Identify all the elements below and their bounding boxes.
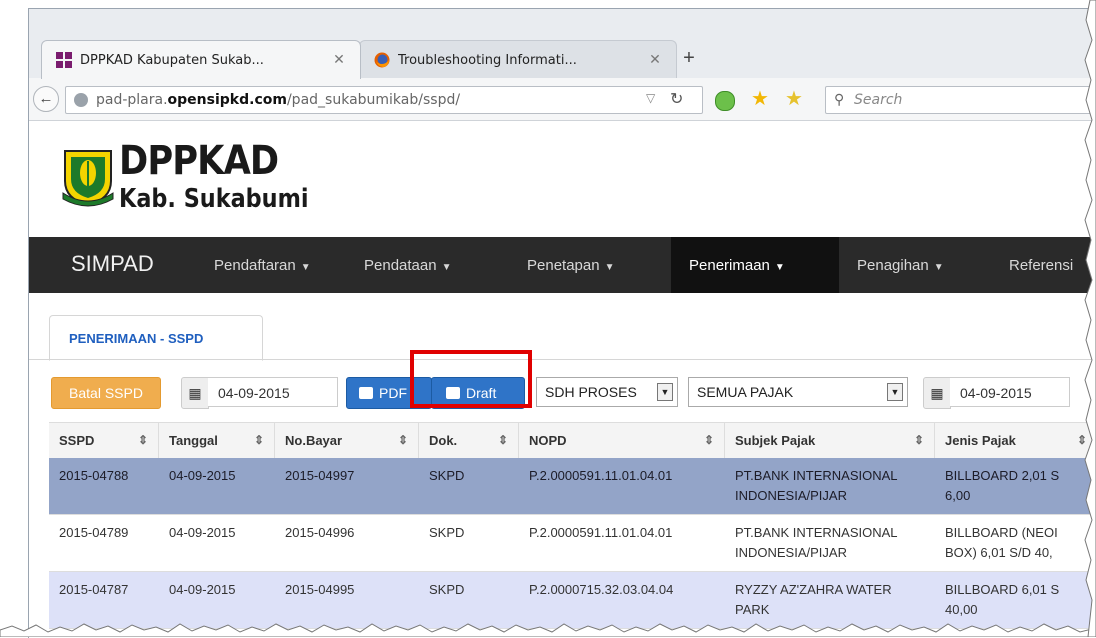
cell-tanggal: 04-09-2015 <box>169 582 236 597</box>
pajak-select[interactable]: SEMUA PAJAK ▼ <box>688 377 908 407</box>
tab-dppkad[interactable]: DPPKAD Kabupaten Sukab... ✕ <box>41 40 361 79</box>
reload-icon[interactable]: ↻ <box>670 89 683 109</box>
date-to-input[interactable]: 04-09-2015 <box>950 377 1070 407</box>
sort-icon: ⇕ <box>137 433 148 447</box>
bookmarks-menu-icon[interactable]: ★ <box>785 86 803 111</box>
cell-dok: SKPD <box>429 582 465 597</box>
search-placeholder: Search <box>854 92 903 108</box>
cell-subjek-pajak: PT.BANK INTERNASIONAL INDONESIA/PIJAR <box>735 468 898 503</box>
cell-jenis-pajak: BILLBOARD 2,01 S 6,00 <box>945 468 1060 503</box>
batal-sspd-button[interactable]: Batal SSPD <box>51 377 161 409</box>
site-favicon-icon <box>56 52 72 68</box>
search-input[interactable]: ⚲ Search <box>825 86 1096 114</box>
date-from-input[interactable]: 04-09-2015 <box>208 377 338 407</box>
cell-no-bayar: 2015-04996 <box>285 525 355 540</box>
cell-no-bayar: 2015-04995 <box>285 582 355 597</box>
close-tab-icon[interactable]: ✕ <box>644 52 666 68</box>
menu-penetapan[interactable]: Penetapan ▼ <box>527 257 614 274</box>
cell-sspd: 2015-04787 <box>59 582 129 597</box>
cell-nopd: P.2.0000591.11.01.04.01 <box>529 468 673 483</box>
cell-jenis-pajak: BILLBOARD 6,01 S 40,00 <box>945 582 1060 617</box>
cell-sspd: 2015-04788 <box>59 468 129 483</box>
sort-icon: ⇕ <box>397 433 408 447</box>
cell-jenis-pajak: BILLBOARD (NEOI BOX) 6,01 S/D 40, <box>945 525 1058 560</box>
menu-penagihan[interactable]: Penagihan ▼ <box>857 257 944 274</box>
tab-troubleshooting[interactable]: Troubleshooting Informati... ✕ <box>359 40 677 79</box>
extension-icon[interactable] <box>715 91 735 111</box>
caret-down-icon: ▼ <box>933 262 944 273</box>
search-icon: ⚲ <box>834 91 845 107</box>
table-row[interactable]: 2015-04789 04-09-2015 2015-04996 SKPD P.… <box>49 515 1096 572</box>
column-dok[interactable]: Dok. ⇕ <box>419 423 519 458</box>
torn-edge-bottom <box>0 623 1096 637</box>
table-row[interactable]: 2015-04788 04-09-2015 2015-04997 SKPD P.… <box>49 458 1096 515</box>
url-dropdown-icon[interactable]: ▽ <box>646 91 655 105</box>
tab-strip: DPPKAD Kabupaten Sukab... ✕ Troubleshoot… <box>29 9 1096 87</box>
sort-icon: ⇕ <box>253 433 264 447</box>
menu-pendaftaran[interactable]: Pendaftaran ▼ <box>214 257 311 274</box>
cell-tanggal: 04-09-2015 <box>169 525 236 540</box>
dropdown-arrow-icon: ▼ <box>887 383 903 401</box>
firefox-icon <box>374 52 390 68</box>
table-header: SSPD ⇕ Tanggal ⇕ No.Bayar ⇕ Dok. ⇕ NOPD ⇕ Sub… <box>49 422 1096 459</box>
tab-divider <box>29 359 1096 360</box>
tab-penerimaan-sspd[interactable]: PENERIMAAN - SSPD <box>49 315 263 361</box>
brand-title: DPPKAD <box>119 138 279 184</box>
column-sspd[interactable]: SSPD ⇕ <box>49 423 159 458</box>
print-icon <box>359 387 373 400</box>
globe-icon <box>74 93 88 107</box>
cell-dok: SKPD <box>429 525 465 540</box>
brand-subtitle: Kab. Sukabumi <box>119 184 309 214</box>
browser-window: DPPKAD Kabupaten Sukab... ✕ Troubleshoot… <box>28 8 1096 638</box>
menu-pendataan[interactable]: Pendataan ▼ <box>364 257 451 274</box>
main-menu: SIMPAD Pendaftaran ▼ Pendataan ▼ Penetapan… <box>29 237 1096 293</box>
sukabumi-emblem-logo <box>62 150 114 207</box>
caret-down-icon: ▼ <box>604 262 615 273</box>
status-select[interactable]: SDH PROSES ▼ <box>536 377 678 407</box>
tab-label: DPPKAD Kabupaten Sukab... <box>80 52 264 68</box>
cell-nopd: P.2.0000591.11.01.04.01 <box>529 525 673 540</box>
cell-no-bayar: 2015-04997 <box>285 468 355 483</box>
highlight-box <box>410 350 532 408</box>
calendar-icon[interactable]: ▦ <box>181 377 209 409</box>
caret-down-icon: ▼ <box>300 262 311 273</box>
column-tanggal[interactable]: Tanggal ⇕ <box>159 423 275 458</box>
navigation-bar: ← pad-plara.opensipkd.com/pad_sukabumika… <box>29 78 1096 121</box>
bookmark-star-icon[interactable]: ★ <box>751 86 769 111</box>
menu-referensi[interactable]: Referensi <box>1009 257 1073 274</box>
cell-dok: SKPD <box>429 468 465 483</box>
caret-down-icon: ▼ <box>774 262 785 273</box>
app-brand-link[interactable]: SIMPAD <box>71 251 154 277</box>
cell-subjek-pajak: PT.BANK INTERNASIONAL INDONESIA/PIJAR <box>735 525 898 560</box>
page-content: DPPKAD Kab. Sukabumi SIMPAD Pendaftaran ▼… <box>29 121 1096 638</box>
column-nopd[interactable]: NOPD ⇕ <box>519 423 725 458</box>
sort-icon: ⇕ <box>497 433 508 447</box>
caret-down-icon: ▼ <box>441 262 452 273</box>
url-bar[interactable]: pad-plara.opensipkd.com/pad_sukabumikab/… <box>65 86 703 114</box>
torn-edge-right <box>1084 0 1096 637</box>
sort-icon: ⇕ <box>913 433 924 447</box>
cell-nopd: P.2.0000715.32.03.04.04 <box>529 582 674 597</box>
menu-penerimaan[interactable]: Penerimaan ▼ <box>689 257 785 274</box>
cell-sspd: 2015-04789 <box>59 525 129 540</box>
close-tab-icon[interactable]: ✕ <box>328 52 350 68</box>
sort-icon: ⇕ <box>703 433 714 447</box>
new-tab-button[interactable]: + <box>677 47 701 70</box>
cell-subjek-pajak: RYZZY AZ'ZAHRA WATER PARK <box>735 582 892 617</box>
url-text: pad-plara.opensipkd.com/pad_sukabumikab/… <box>96 92 461 108</box>
calendar-icon[interactable]: ▦ <box>923 377 951 409</box>
dropdown-arrow-icon: ▼ <box>657 383 673 401</box>
column-no-bayar[interactable]: No.Bayar ⇕ <box>275 423 419 458</box>
back-button[interactable]: ← <box>33 86 59 112</box>
column-jenis-pajak[interactable]: Jenis Pajak ⇕ <box>935 423 1096 458</box>
tab-label: Troubleshooting Informati... <box>398 52 577 68</box>
column-subjek-pajak[interactable]: Subjek Pajak ⇕ <box>725 423 935 458</box>
back-arrow-icon: ← <box>38 90 54 107</box>
cell-tanggal: 04-09-2015 <box>169 468 236 483</box>
